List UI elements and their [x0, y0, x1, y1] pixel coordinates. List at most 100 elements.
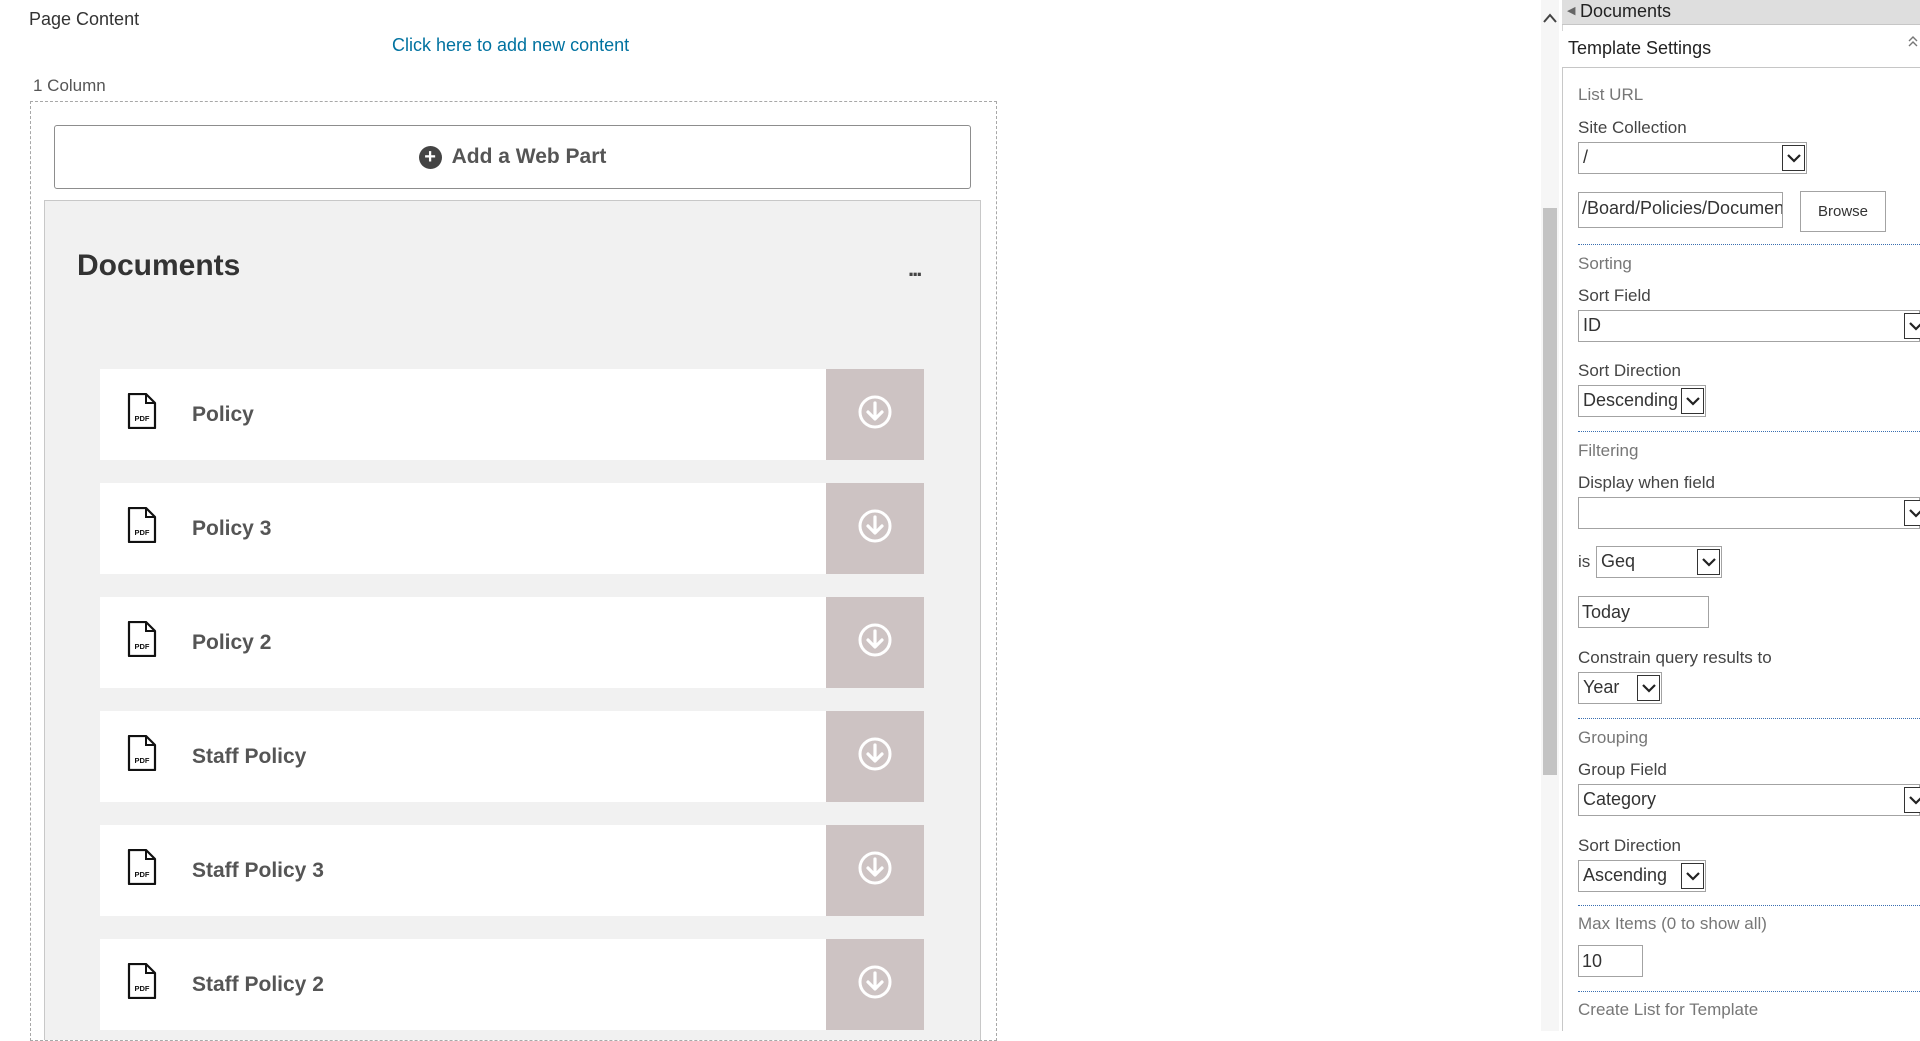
list-url-input[interactable]: /Board/Policies/Documents	[1578, 192, 1783, 228]
filter-value-input[interactable]: Today	[1578, 596, 1709, 628]
svg-text:PDF: PDF	[135, 414, 150, 423]
section-divider	[1578, 991, 1920, 992]
chevron-down-icon	[1637, 675, 1660, 701]
add-web-part-button[interactable]: + Add a Web Part	[54, 125, 971, 189]
group-field-label: Group Field	[1578, 760, 1667, 779]
chevron-down-icon	[1904, 313, 1920, 339]
web-part-menu-icon[interactable]: ...	[908, 258, 922, 280]
is-label: is	[1578, 552, 1591, 571]
pdf-file-icon: PDF	[127, 392, 157, 430]
filter-operator-select[interactable]: Geq	[1596, 546, 1722, 578]
sort-field-value: ID	[1583, 315, 1601, 335]
section-divider	[1578, 244, 1920, 245]
plus-circle-icon: +	[418, 145, 442, 169]
constrain-query-select[interactable]: Year	[1578, 672, 1662, 704]
sort-direction-value: Descending	[1583, 390, 1679, 410]
download-circle-icon	[858, 623, 892, 662]
chevron-down-icon	[1681, 863, 1704, 889]
document-link[interactable]: PDF Policy 3	[100, 483, 826, 574]
scrollbar-thumb[interactable]	[1543, 208, 1557, 775]
web-part-title: Documents	[77, 249, 241, 282]
download-button[interactable]	[826, 369, 924, 460]
document-link[interactable]: PDF Policy	[100, 369, 826, 460]
document-row[interactable]: PDF Staff Policy 2	[100, 939, 924, 1030]
svg-text:PDF: PDF	[135, 642, 150, 651]
download-button[interactable]	[826, 483, 924, 574]
collapse-arrow-icon[interactable]: ◀	[1567, 4, 1575, 17]
sort-field-label: Sort Field	[1578, 286, 1651, 305]
pdf-file-icon: PDF	[127, 962, 157, 1000]
group-sort-direction-label: Sort Direction	[1578, 836, 1681, 855]
document-link[interactable]: PDF Staff Policy 2	[100, 939, 826, 1030]
chevron-down-icon	[1904, 787, 1920, 813]
document-row[interactable]: PDF Policy 2	[100, 597, 924, 688]
document-title[interactable]: Policy	[192, 403, 254, 427]
download-circle-icon	[858, 965, 892, 1004]
section-divider	[1578, 905, 1920, 906]
svg-text:PDF: PDF	[135, 528, 150, 537]
document-row[interactable]: PDF Staff Policy	[100, 711, 924, 802]
pdf-file-icon: PDF	[127, 848, 157, 886]
pdf-file-icon: PDF	[127, 734, 157, 772]
document-title[interactable]: Staff Policy 2	[192, 973, 324, 997]
chevron-down-icon	[1681, 388, 1704, 414]
download-circle-icon	[858, 509, 892, 548]
site-collection-value: /	[1583, 147, 1589, 167]
document-link[interactable]: PDF Staff Policy	[100, 711, 826, 802]
chevron-down-icon	[1782, 145, 1805, 171]
document-row[interactable]: PDF Policy	[100, 369, 924, 460]
chevron-down-icon	[1697, 549, 1720, 575]
group-field-value: Category	[1583, 789, 1657, 809]
document-title[interactable]: Policy 3	[192, 517, 271, 541]
sort-direction-select[interactable]: Descending	[1578, 385, 1706, 417]
document-row[interactable]: PDF Staff Policy 3	[100, 825, 924, 916]
max-items-label: Max Items (0 to show all)	[1578, 914, 1767, 933]
sort-field-select[interactable]: ID	[1578, 310, 1920, 342]
download-button[interactable]	[826, 939, 924, 1030]
download-button[interactable]	[826, 711, 924, 802]
display-when-label: Display when field	[1578, 473, 1716, 492]
template-settings-title[interactable]: Template Settings	[1568, 38, 1711, 59]
chevron-down-icon	[1904, 500, 1920, 526]
grouping-group-label: Grouping	[1578, 728, 1648, 747]
max-items-input[interactable]: 10	[1578, 945, 1643, 977]
tool-pane-title: Documents	[1580, 1, 1672, 21]
group-sort-direction-select[interactable]: Ascending	[1578, 860, 1706, 892]
document-link[interactable]: PDF Staff Policy 3	[100, 825, 826, 916]
document-title[interactable]: Staff Policy 3	[192, 859, 324, 883]
add-new-content-link[interactable]: Click here to add new content	[392, 35, 629, 56]
panel-body-border	[1562, 68, 1563, 1031]
browse-button[interactable]: Browse	[1800, 191, 1886, 232]
download-circle-icon	[858, 395, 892, 434]
site-collection-label: Site Collection	[1578, 118, 1687, 137]
group-sort-direction-value: Ascending	[1583, 865, 1668, 885]
download-button[interactable]	[826, 597, 924, 688]
list-url-group-label: List URL	[1578, 85, 1644, 104]
sorting-group-label: Sorting	[1578, 254, 1632, 273]
svg-text:PDF: PDF	[135, 870, 150, 879]
site-collection-select[interactable]: /	[1578, 142, 1807, 174]
section-divider	[1578, 431, 1920, 432]
document-title[interactable]: Staff Policy	[192, 745, 306, 769]
document-link[interactable]: PDF Policy 2	[100, 597, 826, 688]
page-content-label: Page Content	[29, 9, 140, 29]
display-when-field-select[interactable]	[1578, 497, 1920, 529]
download-button[interactable]	[826, 825, 924, 916]
download-circle-icon	[858, 851, 892, 890]
add-web-part-label: Add a Web Part	[451, 145, 607, 168]
document-row[interactable]: PDF Policy 3	[100, 483, 924, 574]
download-circle-icon	[858, 737, 892, 776]
section-collapse-icon[interactable]	[1908, 36, 1918, 51]
zone-title: 1 Column	[33, 76, 106, 95]
group-field-select[interactable]: Category	[1578, 784, 1920, 816]
scroll-up-arrow-icon[interactable]	[1543, 10, 1557, 28]
sort-direction-label: Sort Direction	[1578, 361, 1681, 380]
filtering-group-label: Filtering	[1578, 441, 1639, 460]
document-title[interactable]: Policy 2	[192, 631, 271, 655]
pdf-file-icon: PDF	[127, 620, 157, 658]
pdf-file-icon: PDF	[127, 506, 157, 544]
constrain-query-value: Year	[1583, 677, 1620, 697]
create-list-label: Create List for Template	[1578, 1000, 1759, 1019]
svg-text:PDF: PDF	[135, 756, 150, 765]
filter-operator-value: Geq	[1601, 551, 1636, 571]
